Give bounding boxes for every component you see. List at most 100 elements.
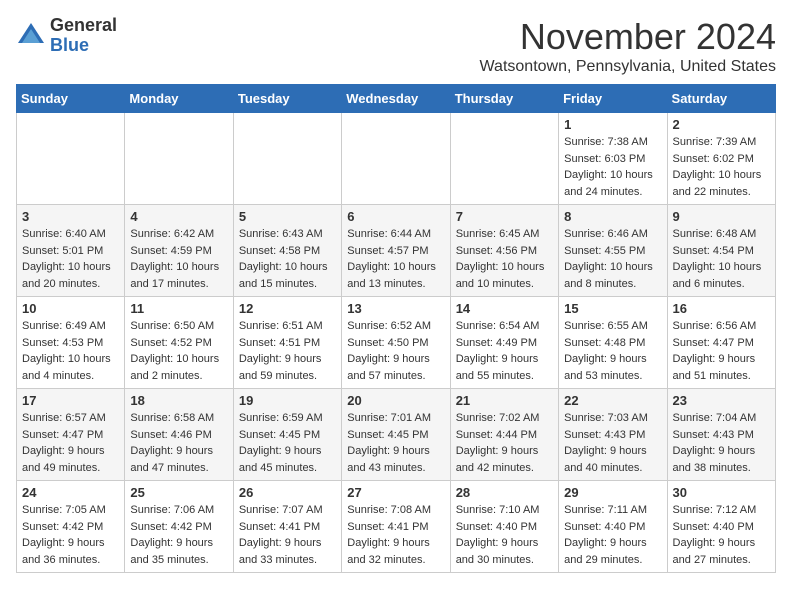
day-number: 8 xyxy=(564,209,661,224)
day-number: 3 xyxy=(22,209,119,224)
calendar-cell: 23Sunrise: 7:04 AM Sunset: 4:43 PM Dayli… xyxy=(667,389,775,481)
calendar-cell xyxy=(450,113,558,205)
calendar-cell: 15 Sunrise: 6:55 AM Sunset: 4:48 PM Dayli… xyxy=(559,297,667,389)
calendar-body: 1 Sunrise: 7:38 AM Sunset: 6:03 PM Daylig… xyxy=(17,113,776,573)
day-info: Sunrise: 6:51 AM Sunset: 4:51 PM Dayligh… xyxy=(239,318,336,384)
day-number: 24 xyxy=(22,485,119,500)
day-info: Sunrise: 6:50 AM Sunset: 4:52 PM Dayligh… xyxy=(130,318,227,384)
calendar-cell: 7 Sunrise: 6:45 AM Sunset: 4:56 PM Daylig… xyxy=(450,205,558,297)
day-info: Sunrise: 6:48 AM Sunset: 4:54 PM Dayligh… xyxy=(673,226,770,292)
day-number: 5 xyxy=(239,209,336,224)
day-info: Sunrise: 7:38 AM Sunset: 6:03 PM Dayligh… xyxy=(564,134,661,200)
calendar-cell xyxy=(342,113,450,205)
calendar-cell: 10Sunrise: 6:49 AM Sunset: 4:53 PM Dayli… xyxy=(17,297,125,389)
calendar-week-row: 17Sunrise: 6:57 AM Sunset: 4:47 PM Dayli… xyxy=(17,389,776,481)
calendar-cell: 28 Sunrise: 7:10 AM Sunset: 4:40 PM Dayli… xyxy=(450,481,558,573)
day-number: 18 xyxy=(130,393,227,408)
day-info: Sunrise: 6:58 AM Sunset: 4:46 PM Dayligh… xyxy=(130,410,227,476)
calendar-cell: 24 Sunrise: 7:05 AM Sunset: 4:42 PM Dayli… xyxy=(17,481,125,573)
day-number: 1 xyxy=(564,117,661,132)
calendar-cell: 12 Sunrise: 6:51 AM Sunset: 4:51 PM Dayli… xyxy=(233,297,341,389)
day-info: Sunrise: 7:05 AM Sunset: 4:42 PM Dayligh… xyxy=(22,502,119,568)
day-number: 25 xyxy=(130,485,227,500)
day-info: Sunrise: 6:55 AM Sunset: 4:48 PM Dayligh… xyxy=(564,318,661,384)
day-number: 19 xyxy=(239,393,336,408)
day-number: 28 xyxy=(456,485,553,500)
day-info: Sunrise: 7:01 AM Sunset: 4:45 PM Dayligh… xyxy=(347,410,444,476)
day-number: 4 xyxy=(130,209,227,224)
day-number: 27 xyxy=(347,485,444,500)
weekday-header: Monday xyxy=(125,85,233,113)
calendar-cell: 3 Sunrise: 6:40 AM Sunset: 5:01 PM Daylig… xyxy=(17,205,125,297)
calendar-cell: 30 Sunrise: 7:12 AM Sunset: 4:40 PM Dayli… xyxy=(667,481,775,573)
calendar-cell: 19 Sunrise: 6:59 AM Sunset: 4:45 PM Dayli… xyxy=(233,389,341,481)
day-number: 26 xyxy=(239,485,336,500)
calendar-cell: 26Sunrise: 7:07 AM Sunset: 4:41 PM Dayli… xyxy=(233,481,341,573)
day-number: 29 xyxy=(564,485,661,500)
day-info: Sunrise: 6:42 AM Sunset: 4:59 PM Dayligh… xyxy=(130,226,227,292)
day-number: 6 xyxy=(347,209,444,224)
calendar-cell xyxy=(17,113,125,205)
calendar-cell: 13 Sunrise: 6:52 AM Sunset: 4:50 PM Dayli… xyxy=(342,297,450,389)
calendar-cell: 5 Sunrise: 6:43 AM Sunset: 4:58 PM Daylig… xyxy=(233,205,341,297)
day-info: Sunrise: 7:03 AM Sunset: 4:43 PM Dayligh… xyxy=(564,410,661,476)
calendar-cell: 2Sunrise: 7:39 AM Sunset: 6:02 PM Daylig… xyxy=(667,113,775,205)
calendar-cell: 9 Sunrise: 6:48 AM Sunset: 4:54 PM Daylig… xyxy=(667,205,775,297)
day-info: Sunrise: 6:59 AM Sunset: 4:45 PM Dayligh… xyxy=(239,410,336,476)
day-number: 23 xyxy=(673,393,770,408)
calendar-cell: 4 Sunrise: 6:42 AM Sunset: 4:59 PM Daylig… xyxy=(125,205,233,297)
location-title: Watsontown, Pennsylvania, United States xyxy=(480,58,776,76)
month-title: November 2024 xyxy=(480,16,776,58)
calendar-cell: 17Sunrise: 6:57 AM Sunset: 4:47 PM Dayli… xyxy=(17,389,125,481)
weekday-header: Tuesday xyxy=(233,85,341,113)
calendar-cell: 1 Sunrise: 7:38 AM Sunset: 6:03 PM Daylig… xyxy=(559,113,667,205)
logo-blue: Blue xyxy=(50,35,89,55)
day-number: 17 xyxy=(22,393,119,408)
day-info: Sunrise: 6:45 AM Sunset: 4:56 PM Dayligh… xyxy=(456,226,553,292)
day-info: Sunrise: 7:12 AM Sunset: 4:40 PM Dayligh… xyxy=(673,502,770,568)
day-number: 16 xyxy=(673,301,770,316)
calendar-cell: 20 Sunrise: 7:01 AM Sunset: 4:45 PM Dayli… xyxy=(342,389,450,481)
day-number: 9 xyxy=(673,209,770,224)
calendar-cell: 8 Sunrise: 6:46 AM Sunset: 4:55 PM Daylig… xyxy=(559,205,667,297)
header: General Blue November 2024 Watsontown, P… xyxy=(16,16,776,76)
calendar-week-row: 10Sunrise: 6:49 AM Sunset: 4:53 PM Dayli… xyxy=(17,297,776,389)
day-number: 21 xyxy=(456,393,553,408)
day-number: 15 xyxy=(564,301,661,316)
day-number: 7 xyxy=(456,209,553,224)
weekday-header: Thursday xyxy=(450,85,558,113)
weekday-header: Sunday xyxy=(17,85,125,113)
title-area: November 2024 Watsontown, Pennsylvania, … xyxy=(480,16,776,76)
day-info: Sunrise: 6:49 AM Sunset: 4:53 PM Dayligh… xyxy=(22,318,119,384)
calendar-header-row: SundayMondayTuesdayWednesdayThursdayFrid… xyxy=(17,85,776,113)
calendar-cell: 16 Sunrise: 6:56 AM Sunset: 4:47 PM Dayli… xyxy=(667,297,775,389)
day-number: 14 xyxy=(456,301,553,316)
day-number: 20 xyxy=(347,393,444,408)
day-info: Sunrise: 7:02 AM Sunset: 4:44 PM Dayligh… xyxy=(456,410,553,476)
day-info: Sunrise: 6:52 AM Sunset: 4:50 PM Dayligh… xyxy=(347,318,444,384)
day-info: Sunrise: 6:43 AM Sunset: 4:58 PM Dayligh… xyxy=(239,226,336,292)
day-info: Sunrise: 7:06 AM Sunset: 4:42 PM Dayligh… xyxy=(130,502,227,568)
day-info: Sunrise: 7:11 AM Sunset: 4:40 PM Dayligh… xyxy=(564,502,661,568)
day-info: Sunrise: 7:10 AM Sunset: 4:40 PM Dayligh… xyxy=(456,502,553,568)
day-number: 13 xyxy=(347,301,444,316)
day-info: Sunrise: 6:56 AM Sunset: 4:47 PM Dayligh… xyxy=(673,318,770,384)
weekday-header: Wednesday xyxy=(342,85,450,113)
day-number: 30 xyxy=(673,485,770,500)
day-number: 22 xyxy=(564,393,661,408)
weekday-header: Saturday xyxy=(667,85,775,113)
day-info: Sunrise: 6:54 AM Sunset: 4:49 PM Dayligh… xyxy=(456,318,553,384)
day-number: 2 xyxy=(673,117,770,132)
day-info: Sunrise: 6:46 AM Sunset: 4:55 PM Dayligh… xyxy=(564,226,661,292)
day-number: 11 xyxy=(130,301,227,316)
logo-general: General xyxy=(50,15,117,35)
day-info: Sunrise: 7:08 AM Sunset: 4:41 PM Dayligh… xyxy=(347,502,444,568)
calendar-cell: 14 Sunrise: 6:54 AM Sunset: 4:49 PM Dayli… xyxy=(450,297,558,389)
calendar-week-row: 24 Sunrise: 7:05 AM Sunset: 4:42 PM Dayli… xyxy=(17,481,776,573)
calendar-cell: 25 Sunrise: 7:06 AM Sunset: 4:42 PM Dayli… xyxy=(125,481,233,573)
calendar-cell: 29 Sunrise: 7:11 AM Sunset: 4:40 PM Dayli… xyxy=(559,481,667,573)
day-number: 12 xyxy=(239,301,336,316)
calendar-cell: 6Sunrise: 6:44 AM Sunset: 4:57 PM Daylig… xyxy=(342,205,450,297)
calendar-cell: 27 Sunrise: 7:08 AM Sunset: 4:41 PM Dayli… xyxy=(342,481,450,573)
day-info: Sunrise: 6:40 AM Sunset: 5:01 PM Dayligh… xyxy=(22,226,119,292)
